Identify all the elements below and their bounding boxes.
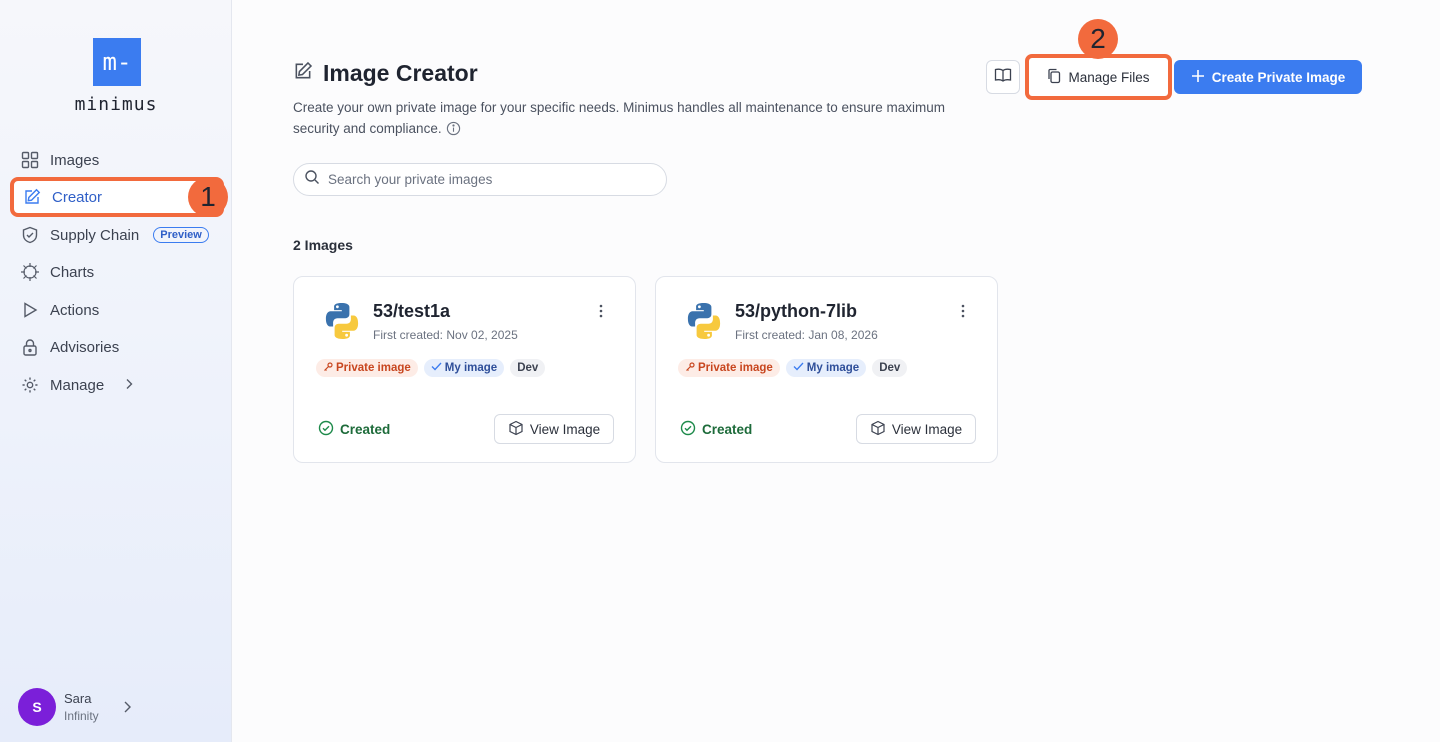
lock-icon	[20, 337, 40, 357]
avatar[interactable]: S	[18, 688, 56, 726]
info-icon[interactable]	[446, 121, 461, 142]
page-title: Image Creator	[323, 60, 478, 86]
key-icon	[685, 361, 695, 375]
chevron-right-icon[interactable]	[122, 700, 132, 719]
tag-private-image: Private image	[678, 359, 780, 377]
check-circle-icon	[680, 420, 696, 439]
user-org: Infinity	[64, 709, 99, 723]
create-private-image-label: Create Private Image	[1211, 69, 1346, 85]
tag-dev: Dev	[872, 359, 908, 377]
cube-icon	[508, 420, 524, 439]
play-icon	[20, 300, 40, 320]
sidebar-item-label: Supply Chain	[50, 226, 140, 244]
image-card[interactable]: 53/python-7lib First created: Jan 08, 20…	[655, 276, 998, 463]
check-circle-icon	[318, 420, 334, 439]
cube-icon	[870, 420, 886, 439]
tag-my-image: My image	[423, 359, 505, 377]
preview-badge: Preview	[153, 227, 209, 243]
shield-icon	[20, 225, 40, 245]
more-options-icon[interactable]	[594, 301, 608, 321]
create-private-image-button[interactable]: Create Private Image	[1174, 60, 1362, 94]
image-name[interactable]: 53/python-7lib	[735, 301, 857, 322]
image-card[interactable]: 53/test1a First created: Nov 02, 2025 Pr…	[293, 276, 636, 463]
docs-button[interactable]	[986, 60, 1020, 94]
sidebar-item-label: Advisories	[50, 338, 120, 356]
view-image-button[interactable]: View Image	[494, 414, 614, 444]
python-logo-icon	[684, 301, 724, 346]
key-icon	[323, 361, 333, 375]
search-icon	[304, 169, 320, 190]
book-icon	[994, 67, 1012, 88]
status-created: Created	[680, 420, 752, 439]
sidebar-item-label: Creator	[52, 188, 103, 206]
edit-icon	[293, 61, 313, 86]
gear-icon	[20, 375, 40, 395]
page-subtitle: Create your own private image for your s…	[293, 97, 993, 142]
image-name[interactable]: 53/test1a	[373, 301, 450, 322]
sidebar-item-actions[interactable]: Actions	[14, 292, 224, 328]
image-tags: Private image My image Dev	[316, 359, 546, 377]
image-created-date: First created: Nov 02, 2025	[373, 328, 518, 342]
page-header: Image Creator	[293, 60, 478, 87]
plus-icon	[1191, 69, 1205, 86]
copy-files-icon	[1047, 68, 1061, 87]
sidebar-item-charts[interactable]: Charts	[14, 254, 224, 290]
check-icon	[431, 362, 442, 374]
images-count: 2 Images	[293, 237, 353, 253]
chevron-right-icon	[124, 377, 134, 394]
brand-logo[interactable]: m-	[93, 38, 141, 86]
image-tags: Private image My image Dev	[678, 359, 908, 377]
grid-icon	[20, 150, 40, 170]
manage-files-button[interactable]: Manage Files	[1025, 54, 1172, 100]
sidebar-item-label: Manage	[50, 376, 105, 394]
step-marker-2: 2	[1078, 19, 1118, 59]
step-marker-1: 1	[188, 177, 228, 217]
search-box[interactable]	[293, 163, 667, 196]
sidebar: m- minimus Images Creator Supply Chain P…	[0, 0, 232, 742]
view-image-button[interactable]: View Image	[856, 414, 976, 444]
sidebar-item-label: Images	[50, 151, 100, 169]
status-created: Created	[318, 420, 390, 439]
edit-icon	[22, 187, 42, 207]
python-logo-icon	[322, 301, 362, 346]
tag-my-image: My image	[785, 359, 867, 377]
tag-dev: Dev	[510, 359, 546, 377]
helm-icon	[20, 262, 40, 282]
brand-name: minimus	[74, 94, 158, 115]
search-input[interactable]	[328, 172, 648, 187]
user-name: Sara	[64, 691, 92, 706]
sidebar-item-advisories[interactable]: Advisories	[14, 329, 224, 365]
more-options-icon[interactable]	[956, 301, 970, 321]
sidebar-item-label: Charts	[50, 263, 95, 281]
sidebar-item-label: Actions	[50, 301, 100, 319]
user-profile[interactable]: S Sara Infinity	[18, 688, 131, 726]
sidebar-item-manage[interactable]: Manage	[14, 367, 224, 403]
tag-private-image: Private image	[316, 359, 418, 377]
sidebar-item-images[interactable]: Images	[14, 142, 224, 178]
manage-files-label: Manage Files	[1068, 69, 1150, 85]
image-created-date: First created: Jan 08, 2026	[735, 328, 878, 342]
sidebar-item-supply-chain[interactable]: Supply Chain Preview	[14, 217, 224, 253]
check-icon	[793, 362, 804, 374]
